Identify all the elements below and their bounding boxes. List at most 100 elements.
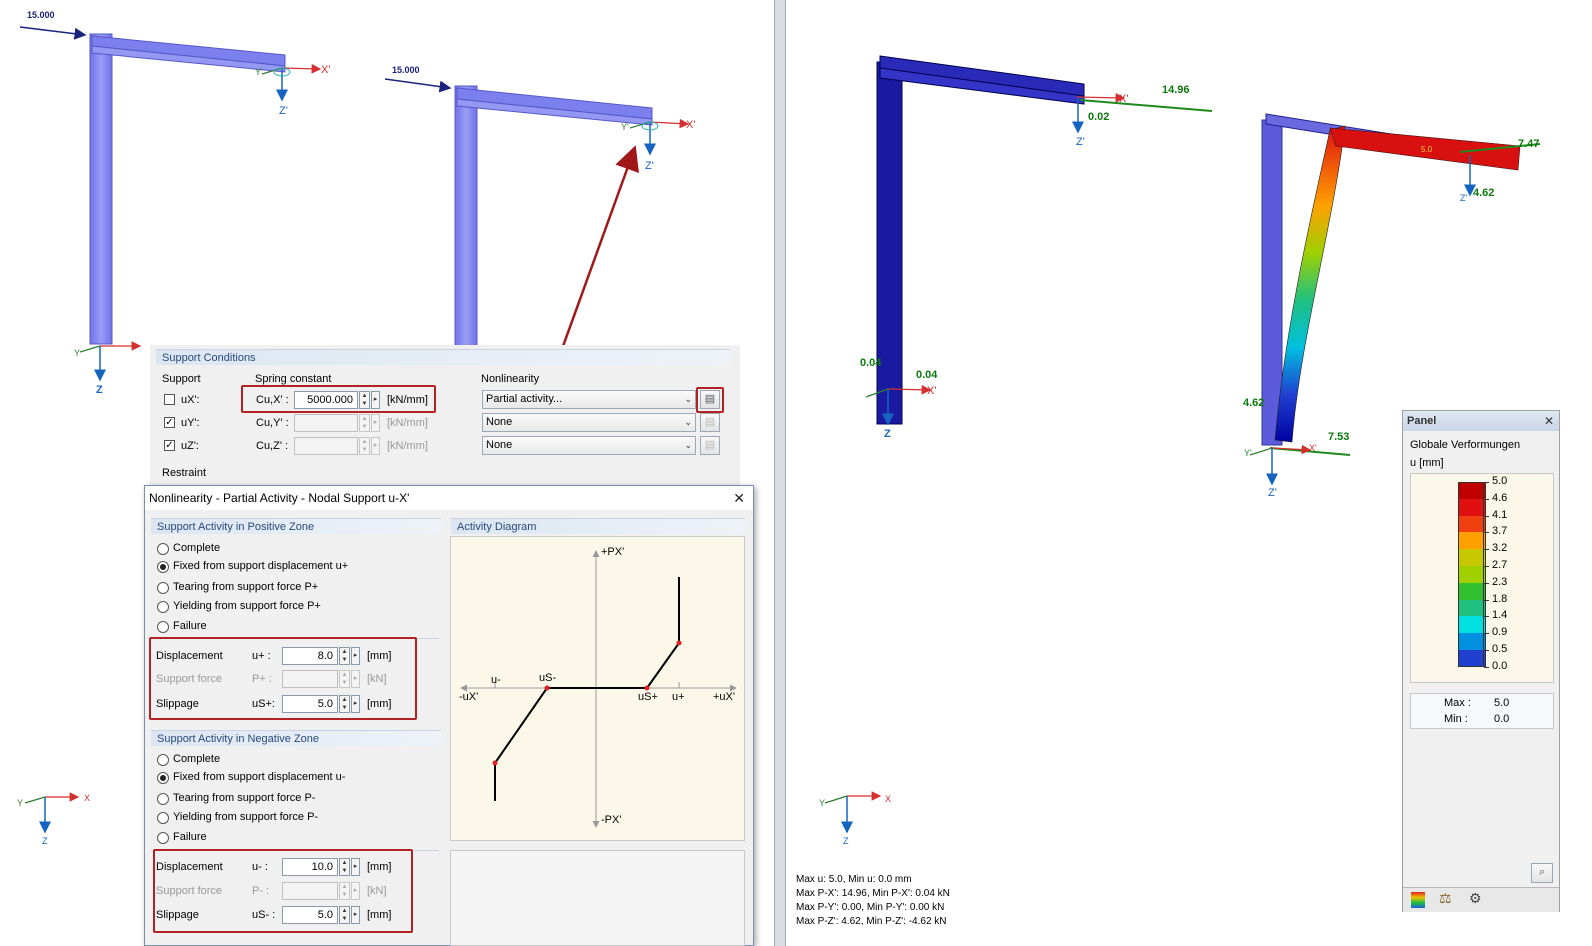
value-label: 4.62	[1243, 397, 1265, 409]
cuz-input[interactable]	[294, 437, 358, 455]
chevron-down-icon: ⌄	[684, 394, 692, 404]
scale-balance-icon[interactable]: ⚖	[1439, 890, 1452, 907]
highlight-box-edit	[696, 387, 724, 413]
axis-label-z-3: Z	[96, 384, 103, 396]
positive-option-label[interactable]: Yielding from support force P+	[173, 600, 321, 612]
diagram-curve	[494, 577, 680, 801]
negative-option-radio[interactable]	[157, 754, 169, 766]
negative-option-label[interactable]: Fixed from support displacement u-	[173, 771, 345, 783]
activity-diagram-header: Activity Diagram	[451, 518, 745, 534]
diagram-label-p-neg: -PX'	[601, 814, 622, 826]
viewport-splitter[interactable]	[774, 0, 786, 946]
negative-option-label[interactable]: Failure	[173, 831, 207, 843]
uy-nonlin-select[interactable]: None ⌄	[482, 413, 696, 432]
legend-value: 2.3	[1492, 575, 1508, 588]
legend-tick	[1484, 616, 1489, 618]
uz-checkbox[interactable]: ✓	[164, 440, 175, 451]
legend-tick	[1484, 666, 1489, 668]
axis-label-y: Y'	[255, 67, 263, 77]
uz-nonlin-select[interactable]: None ⌄	[482, 436, 696, 455]
diagram-point-u-plus	[676, 640, 682, 646]
value-label: 0.02	[1088, 111, 1110, 123]
legend-tick	[1484, 633, 1489, 635]
min-label: Min :	[1444, 713, 1468, 725]
positive-option-label[interactable]: Fixed from support displacement u+	[173, 560, 348, 572]
positive-option-radio[interactable]	[157, 582, 169, 594]
negative-option-radio[interactable]	[157, 772, 169, 784]
value-label: 7.47	[1518, 138, 1540, 150]
negative-option-radio[interactable]	[157, 812, 169, 824]
uy-checkbox[interactable]: ✓	[164, 417, 175, 428]
cuz-spinner[interactable]: ▲ ▼	[359, 437, 370, 455]
positive-option-radio[interactable]	[157, 621, 169, 633]
positive-option-radio[interactable]	[157, 601, 169, 613]
negative-option-radio[interactable]	[157, 793, 169, 805]
close-icon[interactable]: ✕	[1544, 414, 1554, 428]
legend-value: 2.7	[1492, 559, 1508, 571]
positive-option-label[interactable]: Complete	[173, 542, 220, 554]
positive-option-label[interactable]: Tearing from support force P+	[173, 581, 318, 593]
cuy-menu-arrow[interactable]: ▸	[371, 414, 380, 432]
frame-1	[19, 26, 322, 382]
support-conditions-header: Support Conditions	[156, 349, 730, 365]
legend-unit: u [mm]	[1410, 457, 1444, 469]
axis-label-z: Z'	[1268, 487, 1277, 499]
positive-option-radio[interactable]	[157, 543, 169, 555]
negative-option-label[interactable]: Yielding from support force P-	[173, 811, 318, 823]
axis-label-x: X'	[1309, 443, 1317, 453]
highlight-box-negative	[153, 849, 413, 933]
legend-panel-title: Panel	[1403, 411, 1559, 431]
activity-diagram: +PX' -PX' -uX' +uX' u- uS- uS+ u+	[450, 536, 745, 841]
legend-value: 1.8	[1492, 592, 1508, 605]
load-label-1: 15.000	[27, 10, 55, 20]
settings-icon[interactable]: ⚙	[1469, 890, 1482, 907]
result-line: Max P-X': 14.96, Min P-X': 0.04 kN	[796, 888, 950, 899]
legend-tick	[1484, 582, 1489, 584]
diagram-label-us-minus: uS-	[539, 672, 557, 684]
legend-minmax-box: Max : 5.0 Min : 0.0	[1410, 693, 1554, 729]
positive-option-label[interactable]: Failure	[173, 620, 207, 632]
cuy-spinner[interactable]: ▲ ▼	[359, 414, 370, 432]
cuy-input[interactable]	[294, 414, 358, 432]
color-scale-icon[interactable]	[1411, 892, 1425, 908]
diagram-label-u-minus: u-	[491, 674, 501, 686]
legend-value: 0.5	[1492, 643, 1508, 655]
zoom-icon[interactable]: ⌕	[1531, 863, 1553, 883]
legend-value: 0.0	[1492, 659, 1508, 672]
close-icon[interactable]: ✕	[733, 489, 745, 507]
cuz-label: Cu,Z' :	[256, 440, 289, 452]
diagram-label-p-pos: +PX'	[601, 546, 625, 558]
legend-tick	[1484, 482, 1489, 483]
axis-label-x-2: X'	[686, 119, 696, 131]
global-y-label: Y	[17, 798, 24, 808]
edit-nonlinearity-button-z[interactable]: ▤	[700, 436, 720, 455]
result-summary: Max u: 5.0, Min u: 0.0 mm Max P-X': 14.9…	[796, 874, 996, 934]
legend-value: 4.6	[1492, 491, 1508, 504]
min-value: 0.0	[1494, 713, 1510, 725]
ux-checkbox[interactable]	[164, 394, 175, 405]
col-support-label: Support	[162, 373, 201, 385]
axis-label-z: Z'	[1076, 136, 1085, 148]
diagram-secondary-area	[450, 850, 745, 946]
legend-tick	[1484, 650, 1489, 651]
positive-option-radio[interactable]	[157, 561, 169, 573]
edit-nonlinearity-button-y[interactable]: ▤	[700, 413, 720, 432]
value-label: 7.53	[1328, 431, 1350, 443]
highlight-box-spring	[241, 385, 436, 413]
uz-nonlin-value: None	[486, 439, 513, 451]
negative-option-label[interactable]: Complete	[173, 753, 220, 765]
negative-option-radio[interactable]	[157, 832, 169, 844]
cuz-menu-arrow[interactable]: ▸	[371, 437, 380, 455]
legend-toolbar: ⚖ ⚙	[1403, 887, 1559, 912]
global-x-label: X	[885, 794, 892, 804]
cuz-unit: [kN/mm]	[387, 440, 428, 452]
col-spring-label: Spring constant	[255, 373, 332, 385]
result-line: Max P-Y': 0.00, Min P-Y': 0.00 kN	[796, 902, 945, 913]
axis-label-z-2: Z'	[645, 160, 654, 172]
ux-nonlin-select[interactable]: Partial activity... ⌄	[482, 390, 696, 409]
negative-option-label[interactable]: Tearing from support force P-	[173, 792, 315, 804]
legend-subtitle: Globale Verformungen	[1410, 439, 1521, 451]
global-z-label: Z	[42, 836, 48, 846]
legend-tick	[1484, 566, 1489, 567]
dialog-title: Nonlinearity - Partial Activity - Nodal …	[149, 491, 410, 505]
